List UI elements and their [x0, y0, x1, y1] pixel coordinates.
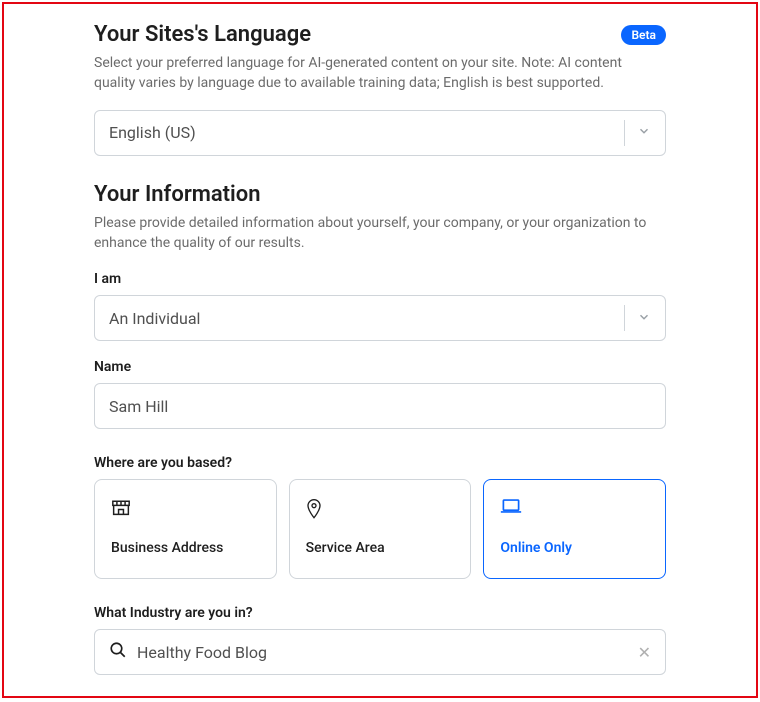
card-online-only[interactable]: Online Only	[483, 479, 666, 579]
card-label: Business Address	[111, 540, 260, 556]
iam-label: I am	[94, 271, 666, 287]
chevron-down-icon	[637, 123, 651, 142]
iam-value: An Individual	[109, 309, 200, 328]
card-label: Service Area	[306, 540, 455, 556]
card-business-address[interactable]: Business Address	[94, 479, 277, 579]
name-label: Name	[94, 359, 666, 375]
chevron-down-icon	[637, 309, 651, 328]
industry-label: What Industry are you in?	[94, 605, 666, 621]
search-icon	[109, 641, 127, 663]
laptop-icon	[500, 498, 649, 520]
industry-search[interactable]: ✕	[94, 629, 666, 675]
industry-input[interactable]	[137, 643, 628, 662]
language-select[interactable]: English (US)	[94, 110, 666, 156]
beta-badge: Beta	[621, 25, 666, 45]
info-desc: Please provide detailed information abou…	[94, 213, 666, 254]
iam-select[interactable]: An Individual	[94, 295, 666, 341]
clear-icon[interactable]: ✕	[638, 643, 651, 662]
card-service-area[interactable]: Service Area	[289, 479, 472, 579]
based-label: Where are you based?	[94, 455, 666, 471]
name-input[interactable]: Sam Hill	[94, 383, 666, 429]
language-value: English (US)	[109, 123, 196, 142]
card-label: Online Only	[500, 540, 649, 556]
name-value: Sam Hill	[109, 397, 168, 416]
store-icon	[111, 498, 260, 520]
language-title: Your Sites's Language	[94, 22, 311, 47]
language-desc: Select your preferred language for AI-ge…	[94, 53, 666, 94]
location-pin-icon	[306, 498, 455, 520]
info-title: Your Information	[94, 182, 666, 207]
